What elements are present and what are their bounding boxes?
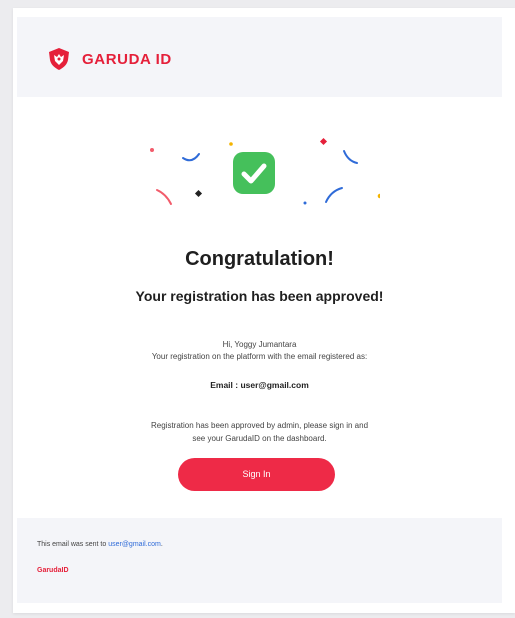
footer-brand: GarudaID — [37, 567, 69, 574]
greeting-text: Hi, Yoggy Jumantara — [222, 340, 297, 349]
success-check-icon — [233, 152, 275, 194]
footer-sent-prefix: This email was sent to — [37, 541, 109, 548]
sign-in-button[interactable]: Sign In — [178, 458, 335, 491]
email-header: GARUDA ID — [17, 17, 502, 97]
registered-email: Email : user@gmail.com — [17, 380, 502, 390]
checkmark-icon — [241, 163, 267, 184]
brand-name: GARUDA ID — [82, 50, 172, 68]
garuda-shield-icon — [49, 48, 69, 70]
footer-sent-note: This email was sent to user@gmail.com. — [37, 541, 163, 548]
email-value: user@gmail.com — [240, 380, 309, 390]
footer-sent-suffix: . — [160, 541, 163, 548]
intro-text: Your registration on the platform with t… — [151, 352, 368, 361]
brand-logo: GARUDA ID — [47, 47, 172, 71]
email-label: Email : — [210, 380, 239, 390]
page-subtitle: Your registration has been approved! — [135, 288, 384, 304]
footer-email-link[interactable]: user@gmail.com — [108, 541, 161, 548]
page-title: Congratulation! — [185, 248, 334, 270]
email-footer: This email was sent to user@gmail.com. G… — [17, 518, 502, 603]
approval-text-line2: see your GarudaID on the dashboard. — [192, 434, 327, 443]
approval-text-line1: Registration has been approved by admin,… — [150, 421, 369, 430]
